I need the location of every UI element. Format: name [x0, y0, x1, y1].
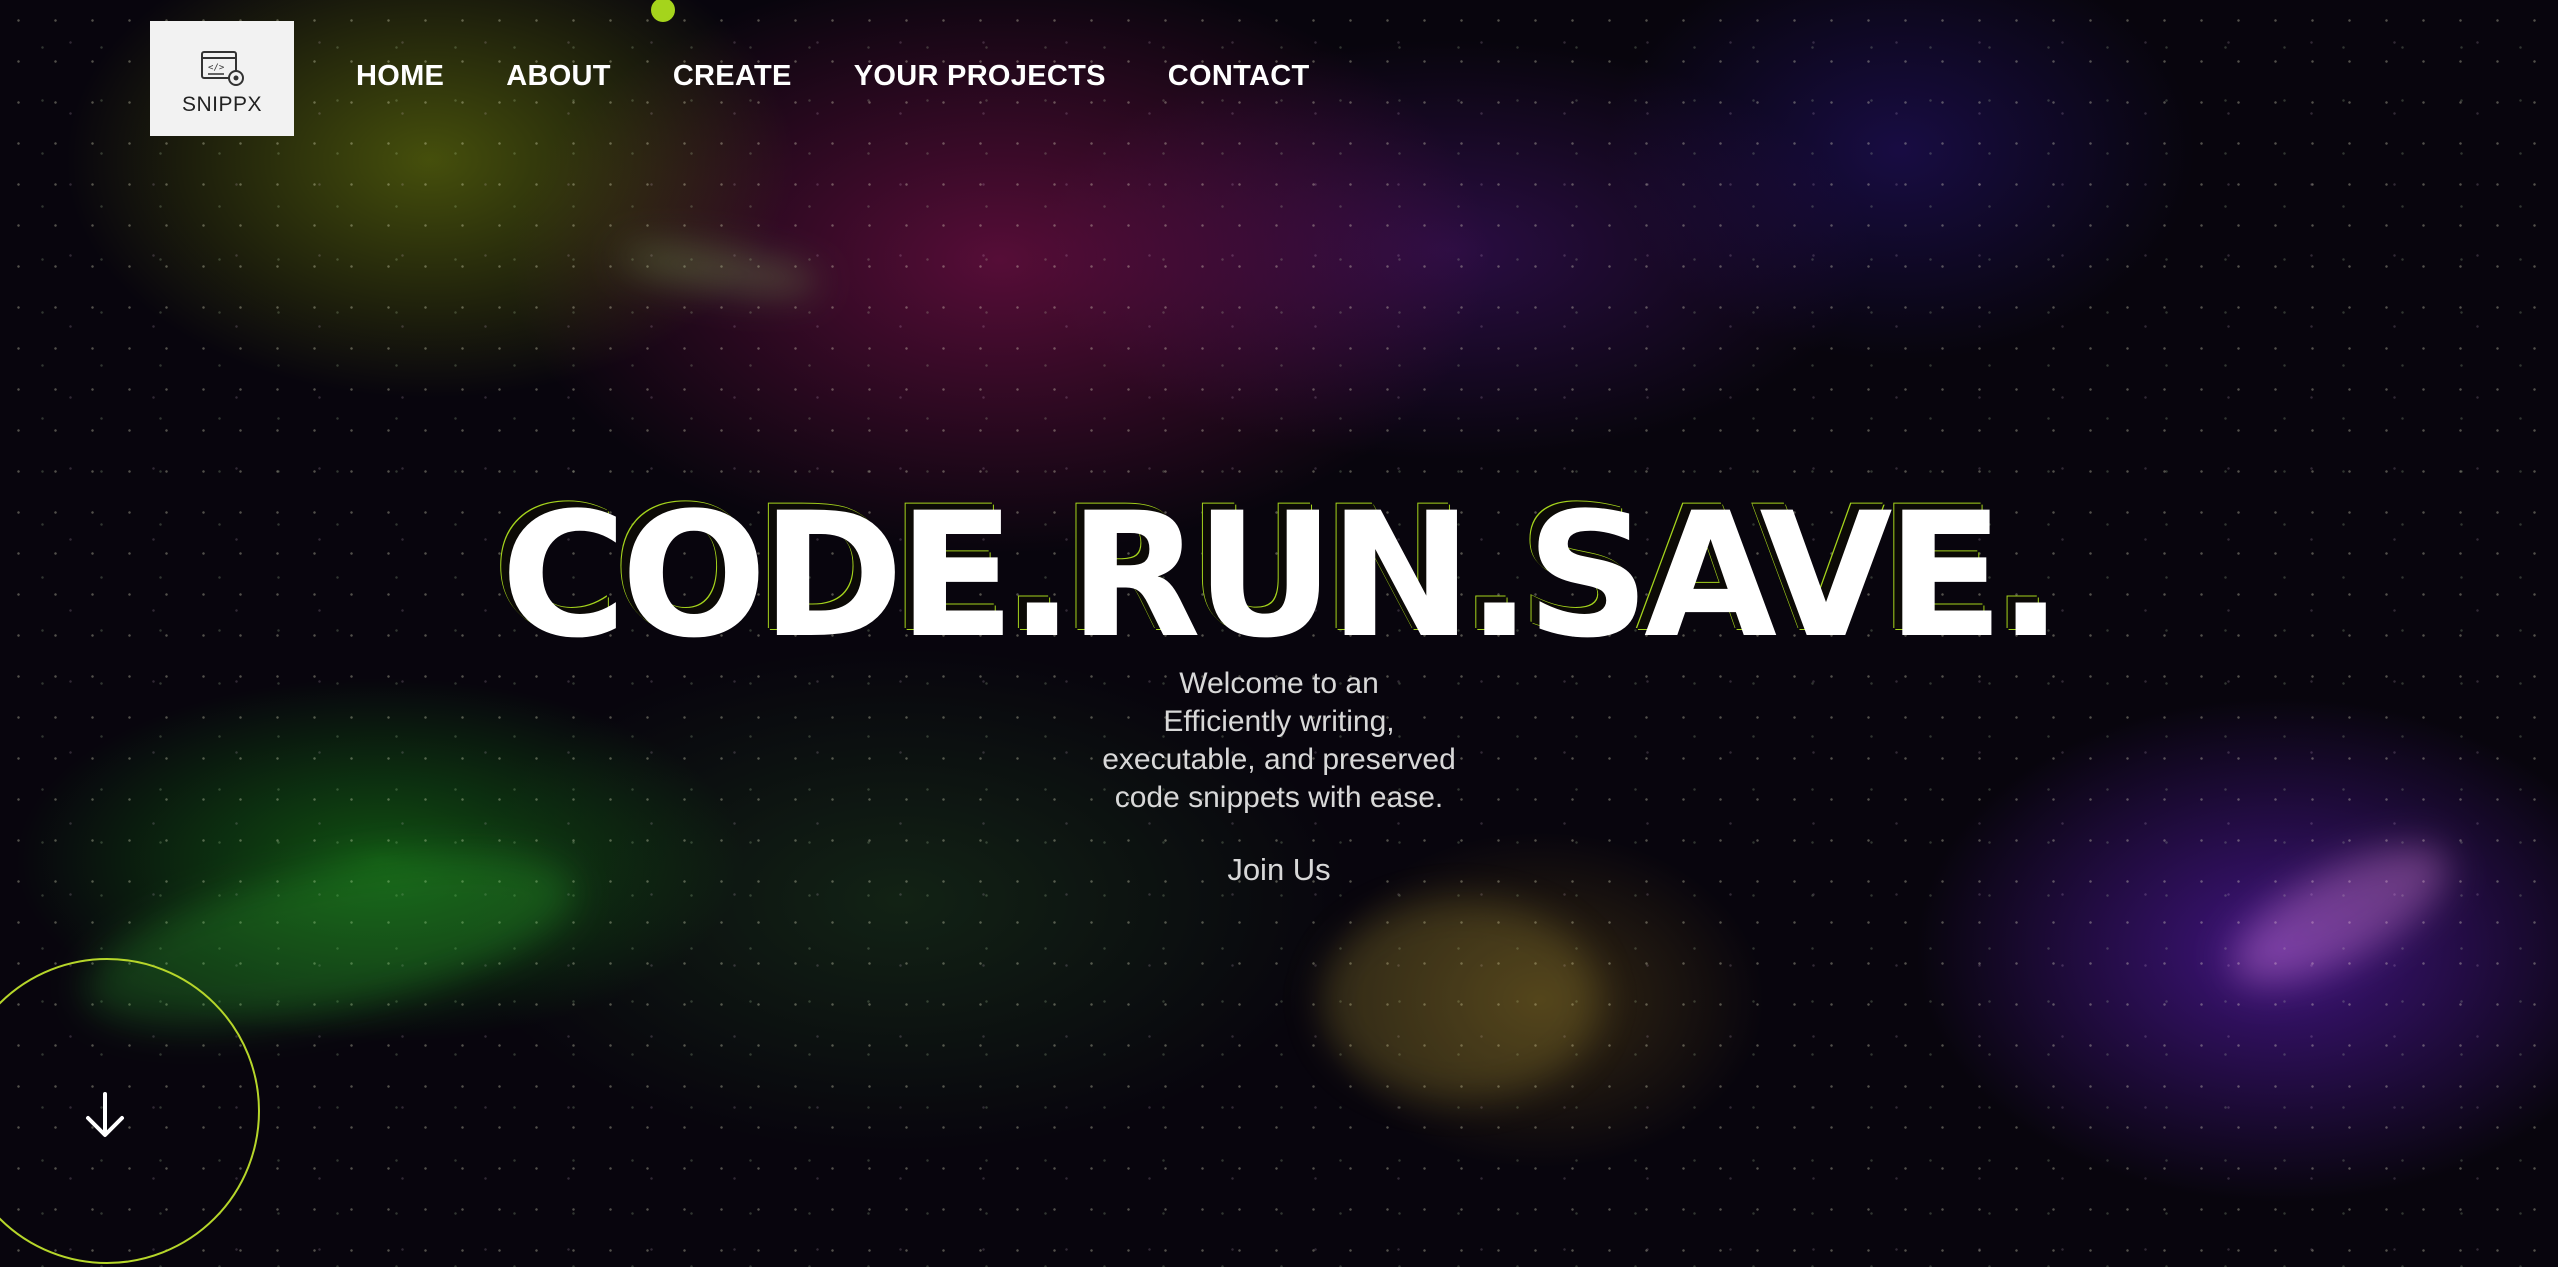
nav-about-link[interactable]: ABOUT: [506, 60, 611, 93]
main-nav: HOME ABOUT CREATE YOUR PROJECTS CONTACT: [356, 60, 1309, 93]
arrow-down-icon[interactable]: [82, 1090, 128, 1140]
code-window-gear-icon: </>: [201, 50, 244, 86]
tagline-line: Efficiently writing,: [1163, 705, 1395, 738]
nav-contact-link[interactable]: CONTACT: [1168, 60, 1310, 93]
hero-section: </> SNIPPX HOME ABOUT CREATE YOUR PROJEC…: [0, 0, 2558, 1267]
brand-logo[interactable]: </> SNIPPX: [150, 21, 294, 136]
nav-create-link[interactable]: CREATE: [673, 60, 792, 93]
nav-your-projects-link[interactable]: YOUR PROJECTS: [854, 60, 1106, 93]
nav-home-link[interactable]: HOME: [356, 60, 444, 93]
join-us-link[interactable]: Join Us: [1179, 852, 1379, 888]
brand-name: SNIPPX: [181, 92, 263, 116]
svg-text:</>: </>: [208, 63, 225, 73]
hero-title: CODE.RUN.SAVE.: [500, 475, 2064, 677]
tagline-line: Welcome to an: [1179, 667, 1379, 700]
tagline-line: executable, and preserved: [1102, 743, 1456, 776]
tagline-line: code snippets with ease.: [1114, 781, 1444, 814]
hero-tagline: Welcome to an Efficiently writing, execu…: [1029, 665, 1529, 817]
nebula-wisp: [1320, 900, 1600, 1100]
